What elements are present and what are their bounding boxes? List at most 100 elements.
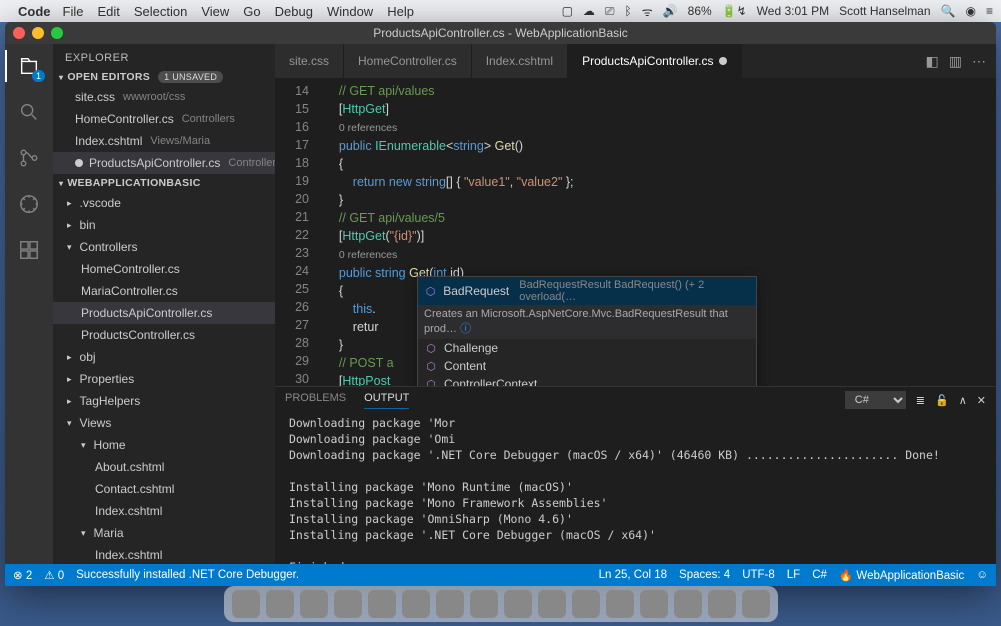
tree-folder[interactable]: Controllers	[53, 236, 275, 258]
code-editor[interactable]: 1415161718192021222324252627282930313233…	[275, 78, 996, 386]
dock-chrome[interactable]	[402, 590, 430, 618]
output-channel-select[interactable]: C#	[845, 391, 906, 409]
menu-edit[interactable]: Edit	[97, 4, 119, 19]
tree-file[interactable]: ProductsApiController.cs	[53, 302, 275, 324]
menu-file[interactable]: File	[63, 4, 84, 19]
volume-icon[interactable]: 🔊	[663, 4, 678, 18]
window-close-button[interactable]	[13, 27, 25, 39]
status-eol[interactable]: LF	[787, 569, 800, 581]
tree-file[interactable]: ProductsController.cs	[53, 324, 275, 346]
explorer-icon[interactable]: 1	[15, 52, 43, 80]
tree-file[interactable]: MariaController.cs	[53, 280, 275, 302]
intellisense-popup[interactable]: ⬡ BadRequest BadRequestResult BadRequest…	[417, 276, 757, 386]
open-editors-header[interactable]: ▾ OPEN EDITORS 1 UNSAVED	[53, 68, 275, 86]
dock-appstore[interactable]	[300, 590, 328, 618]
tree-file[interactable]: HomeController.cs	[53, 258, 275, 280]
intellisense-item[interactable]: ⬡Challenge	[418, 339, 756, 357]
open-editor-item[interactable]: site.csswwwroot/css	[53, 86, 275, 108]
app-name[interactable]: Code	[18, 4, 51, 19]
editor-tab[interactable]: site.css	[275, 44, 344, 78]
tree-folder[interactable]: obj	[53, 346, 275, 368]
status-language[interactable]: C#	[812, 569, 827, 581]
dock-safari[interactable]	[334, 590, 362, 618]
menu-view[interactable]: View	[201, 4, 229, 19]
open-editor-item[interactable]: Index.cshtmlViews/Maria	[53, 130, 275, 152]
cloud-icon[interactable]: ☁	[583, 4, 595, 18]
window-minimize-button[interactable]	[32, 27, 44, 39]
dock-vscode[interactable]	[436, 590, 464, 618]
menu-debug[interactable]: Debug	[275, 4, 313, 19]
tree-folder[interactable]: Home	[53, 434, 275, 456]
panel-tab-output[interactable]: OUTPUT	[364, 392, 409, 409]
panel-tab-problems[interactable]: PROBLEMS	[285, 392, 346, 408]
dock-xamarin[interactable]	[538, 590, 566, 618]
wifi-icon[interactable]: ᯤ	[642, 3, 653, 20]
menu-go[interactable]: Go	[243, 4, 260, 19]
tree-folder[interactable]: Properties	[53, 368, 275, 390]
intellisense-item[interactable]: ⬡Content	[418, 357, 756, 375]
menu-window[interactable]: Window	[327, 4, 373, 19]
datetime[interactable]: Wed 3:01 PM	[757, 4, 829, 18]
dock-trash[interactable]	[742, 590, 770, 618]
menu-help[interactable]: Help	[387, 4, 414, 19]
tree-folder[interactable]: TagHelpers	[53, 390, 275, 412]
status-feedback-icon[interactable]: ☺	[976, 569, 988, 581]
intellisense-item[interactable]: ⬡ControllerContext	[418, 375, 756, 386]
editor-tab[interactable]: ProductsApiController.cs	[568, 44, 742, 78]
status-project[interactable]: 🔥 WebApplicationBasic	[839, 568, 964, 582]
dock-document[interactable]	[640, 590, 668, 618]
open-editor-item[interactable]: ProductsApiController.csControllers	[53, 152, 275, 174]
window-titlebar[interactable]: ProductsApiController.cs - WebApplicatio…	[5, 22, 996, 44]
editor-tab[interactable]: HomeController.cs	[344, 44, 472, 78]
user-name[interactable]: Scott Hanselman	[839, 4, 930, 18]
tree-folder[interactable]: .vscode	[53, 192, 275, 214]
dock-document3[interactable]	[708, 590, 736, 618]
panel-close-icon[interactable]: ✕	[977, 394, 986, 407]
notification-icon[interactable]: ≡	[986, 4, 993, 18]
dock-rider[interactable]	[504, 590, 532, 618]
spotlight-icon[interactable]: 🔍	[941, 4, 956, 18]
dock-document2[interactable]	[674, 590, 702, 618]
bluetooth-icon[interactable]: ᛒ	[625, 4, 632, 18]
status-encoding[interactable]: UTF-8	[742, 569, 775, 581]
editor-tab[interactable]: Index.cshtml	[472, 44, 568, 78]
output-content[interactable]: Downloading package 'Mor Downloading pac…	[275, 409, 996, 564]
menu-selection[interactable]: Selection	[134, 4, 187, 19]
tree-file[interactable]: Index.cshtml	[53, 544, 275, 564]
tree-folder[interactable]: Maria	[53, 522, 275, 544]
dock-siri[interactable]	[266, 590, 294, 618]
status-message[interactable]: Successfully installed .NET Core Debugge…	[76, 569, 299, 581]
status-cursor[interactable]: Ln 25, Col 18	[599, 569, 667, 581]
debug-icon[interactable]	[15, 190, 43, 218]
toggle-layout-icon[interactable]: ▥	[949, 53, 962, 70]
open-editor-item[interactable]: HomeController.csControllers	[53, 108, 275, 130]
panel-maximize-icon[interactable]: ∧	[959, 394, 967, 407]
dock-folder[interactable]	[572, 590, 600, 618]
search-icon[interactable]	[15, 98, 43, 126]
tree-file[interactable]: About.cshtml	[53, 456, 275, 478]
battery-icon[interactable]: 🔋↯	[722, 4, 747, 18]
status-warnings[interactable]: ⚠ 0	[44, 568, 64, 582]
source-control-icon[interactable]	[15, 144, 43, 172]
dock-downloads[interactable]	[606, 590, 634, 618]
status-spaces[interactable]: Spaces: 4	[679, 569, 730, 581]
dock-finder[interactable]	[232, 590, 260, 618]
clear-output-icon[interactable]: ≣	[916, 394, 925, 407]
tree-folder[interactable]: bin	[53, 214, 275, 236]
dock-visualstudio[interactable]	[470, 590, 498, 618]
intellisense-item-selected[interactable]: ⬡ BadRequest BadRequestResult BadRequest…	[418, 277, 756, 305]
extensions-icon[interactable]	[15, 236, 43, 264]
battery-percent[interactable]: 86%	[688, 4, 712, 18]
tree-file[interactable]: Contact.cshtml	[53, 478, 275, 500]
tree-file[interactable]: Index.cshtml	[53, 500, 275, 522]
split-editor-icon[interactable]: ◧	[926, 53, 939, 70]
screen-icon[interactable]: ⎚	[605, 4, 615, 19]
airplay-icon[interactable]: ▢	[562, 4, 573, 18]
project-header[interactable]: ▾ WEBAPPLICATIONBASIC	[53, 174, 275, 192]
dock-terminal[interactable]	[368, 590, 396, 618]
status-errors[interactable]: ⊗ 2	[13, 568, 32, 582]
more-icon[interactable]: ⋯	[972, 53, 986, 70]
lock-scroll-icon[interactable]: 🔓	[935, 394, 949, 407]
siri-icon[interactable]: ◉	[966, 4, 976, 18]
tree-folder[interactable]: Views	[53, 412, 275, 434]
